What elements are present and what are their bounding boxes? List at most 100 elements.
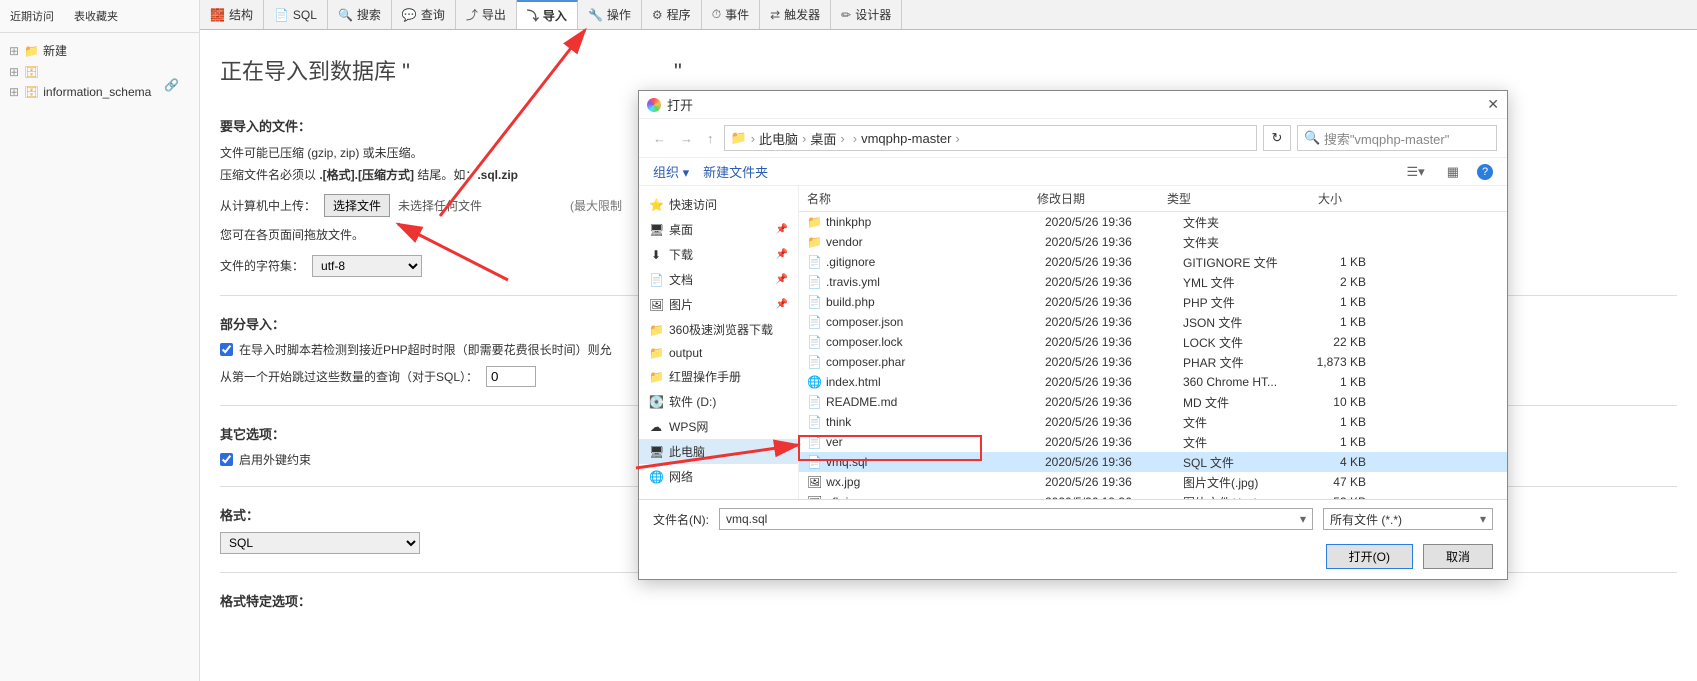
close-icon[interactable]: ✕ (1487, 96, 1499, 113)
file-type: 文件夹 (1183, 234, 1298, 251)
tab-3[interactable]: 💬查询 (392, 0, 456, 29)
tab-9[interactable]: ⇄触发器 (760, 0, 831, 29)
tab-1[interactable]: 📄SQL (264, 0, 328, 29)
file-row[interactable]: 📄composer.lock2020/5/26 19:36LOCK 文件22 K… (799, 332, 1507, 352)
file-name: index.html (826, 375, 881, 389)
place-item[interactable]: 📁output (639, 342, 798, 364)
file-row[interactable]: 📄think2020/5/26 19:36文件1 KB (799, 412, 1507, 432)
place-label: 文档 (669, 271, 693, 288)
file-date: 2020/5/26 19:36 (1045, 395, 1175, 409)
cancel-button[interactable]: 取消 (1423, 544, 1493, 569)
file-row[interactable]: 🌐index.html2020/5/26 19:36360 Chrome HT.… (799, 372, 1507, 392)
file-icon: 📄 (807, 415, 822, 429)
pin-icon: 📌 (776, 274, 788, 285)
col-name[interactable]: 名称 (807, 190, 1037, 207)
file-row[interactable]: 📄vmq.sql2020/5/26 19:36SQL 文件4 KB (799, 452, 1507, 472)
view-details-icon[interactable]: ▦ (1443, 164, 1463, 180)
file-date: 2020/5/26 19:36 (1045, 415, 1175, 429)
col-type[interactable]: 类型 (1167, 190, 1282, 207)
file-row[interactable]: 📄ver2020/5/26 19:36文件1 KB (799, 432, 1507, 452)
tab-5[interactable]: ⤵导入 (517, 0, 578, 29)
file-row[interactable]: 📄build.php2020/5/26 19:36PHP 文件1 KB (799, 292, 1507, 312)
place-item[interactable]: ⬇下载📌 (639, 242, 798, 267)
db-new-item[interactable]: ⊞ 📁 新建 (4, 39, 195, 62)
place-item[interactable]: 🌐网络 (639, 464, 798, 489)
file-row[interactable]: 🖼wx.jpg2020/5/26 19:36图片文件(.jpg)47 KB (799, 472, 1507, 492)
new-folder-button[interactable]: 新建文件夹 (703, 162, 768, 181)
path-bar[interactable]: 📁 › 此电脑›桌面››vmqphp-master› (724, 125, 1258, 151)
file-row[interactable]: 📄README.md2020/5/26 19:36MD 文件10 KB (799, 392, 1507, 412)
tab-8[interactable]: ⏱事件 (702, 0, 760, 29)
view-list-icon[interactable]: ☰▾ (1403, 164, 1429, 180)
sidebar-tab-recent[interactable]: 近期访问 (0, 4, 64, 28)
chevron-down-icon[interactable]: ▾ (1300, 512, 1306, 526)
place-item[interactable]: 🖥此电脑 (639, 439, 798, 464)
nav-up-icon[interactable]: ↑ (703, 131, 718, 146)
tab-label: 导出 (482, 6, 506, 23)
tab-2[interactable]: 🔍搜索 (328, 0, 392, 29)
organize-menu[interactable]: 组织 ▾ (653, 162, 689, 181)
refresh-button[interactable]: ↻ (1263, 125, 1291, 151)
tab-label: 查询 (421, 6, 445, 23)
file-size: 1 KB (1306, 415, 1366, 429)
chevron-down-icon[interactable]: ▾ (1480, 512, 1486, 526)
file-row[interactable]: 📄composer.json2020/5/26 19:36JSON 文件1 KB (799, 312, 1507, 332)
tab-6[interactable]: 🔧操作 (578, 0, 642, 29)
place-item[interactable]: 📁360极速浏览器下载 (639, 317, 798, 342)
place-item[interactable]: 🖼图片📌 (639, 292, 798, 317)
file-size: 4 KB (1306, 455, 1366, 469)
tab-7[interactable]: ⚙程序 (642, 0, 702, 29)
charset-select[interactable]: utf-8 (312, 255, 422, 277)
place-label: 软件 (D:) (669, 393, 716, 410)
file-filter-select[interactable]: 所有文件 (*.*)▾ (1323, 508, 1493, 530)
file-date: 2020/5/26 19:36 (1045, 435, 1175, 449)
skip-input[interactable] (486, 366, 536, 387)
dialog-search-input[interactable]: 🔍 搜索"vmqphp-master" (1297, 125, 1497, 151)
nav-forward-icon[interactable]: → (676, 131, 697, 146)
place-label: 网络 (669, 468, 693, 485)
place-item[interactable]: ⭐快速访问 (639, 192, 798, 217)
place-item[interactable]: 🖥桌面📌 (639, 217, 798, 242)
section-formatopts-title: 格式特定选项： (220, 591, 1677, 610)
file-row[interactable]: 📄.gitignore2020/5/26 19:36GITIGNORE 文件1 … (799, 252, 1507, 272)
tab-icon: ⤴ (466, 6, 478, 23)
file-list-body[interactable]: 📁thinkphp2020/5/26 19:36文件夹📁vendor2020/5… (799, 212, 1507, 499)
file-row[interactable]: 📁vendor2020/5/26 19:36文件夹 (799, 232, 1507, 252)
path-segment[interactable]: 桌面 (810, 129, 836, 148)
file-date: 2020/5/26 19:36 (1045, 355, 1175, 369)
db-new-label: 新建 (43, 42, 67, 59)
format-select[interactable]: SQL (220, 532, 420, 554)
place-icon: ⬇ (649, 248, 663, 262)
file-row[interactable]: 📄composer.phar2020/5/26 19:36PHAR 文件1,87… (799, 352, 1507, 372)
place-item[interactable]: 📄文档📌 (639, 267, 798, 292)
file-row[interactable]: 📄.travis.yml2020/5/26 19:36YML 文件2 KB (799, 272, 1507, 292)
fk-checkbox[interactable] (220, 453, 233, 466)
partial-checkbox[interactable] (220, 343, 233, 356)
tab-0[interactable]: 🧱结构 (200, 0, 264, 29)
dialog-title-text: 打开 (667, 95, 693, 114)
database-icon: 🗄 (24, 85, 39, 99)
place-item[interactable]: 💽软件 (D:) (639, 389, 798, 414)
tab-10[interactable]: ✏设计器 (831, 0, 902, 29)
pin-icon: 📌 (776, 299, 788, 310)
place-label: 红盟操作手册 (669, 368, 741, 385)
path-segment[interactable]: 此电脑 (759, 129, 798, 148)
filename-input[interactable]: vmq.sql▾ (719, 508, 1313, 530)
place-label: output (669, 346, 702, 360)
help-icon[interactable]: ? (1477, 164, 1493, 180)
path-segment[interactable]: vmqphp-master (861, 131, 951, 146)
skip-label: 从第一个开始跳过这些数量的查询（对于SQL）： (220, 368, 478, 385)
place-item[interactable]: ☁WPS网 (639, 414, 798, 439)
open-button[interactable]: 打开(O) (1326, 544, 1413, 569)
file-row[interactable]: 🖼zfb.jpg2020/5/26 19:36图片文件(.jpg)53 KB (799, 492, 1507, 499)
tab-4[interactable]: ⤴导出 (456, 0, 517, 29)
col-date[interactable]: 修改日期 (1037, 190, 1167, 207)
chevron-right-icon: › (840, 131, 844, 146)
choose-file-button[interactable]: 选择文件 (324, 194, 390, 217)
pin-icon: 📌 (776, 249, 788, 260)
col-size[interactable]: 大小 (1282, 190, 1342, 207)
file-row[interactable]: 📁thinkphp2020/5/26 19:36文件夹 (799, 212, 1507, 232)
sidebar-tab-fav[interactable]: 表收藏夹 (64, 4, 128, 28)
place-item[interactable]: 📁红盟操作手册 (639, 364, 798, 389)
nav-back-icon[interactable]: ← (649, 131, 670, 146)
